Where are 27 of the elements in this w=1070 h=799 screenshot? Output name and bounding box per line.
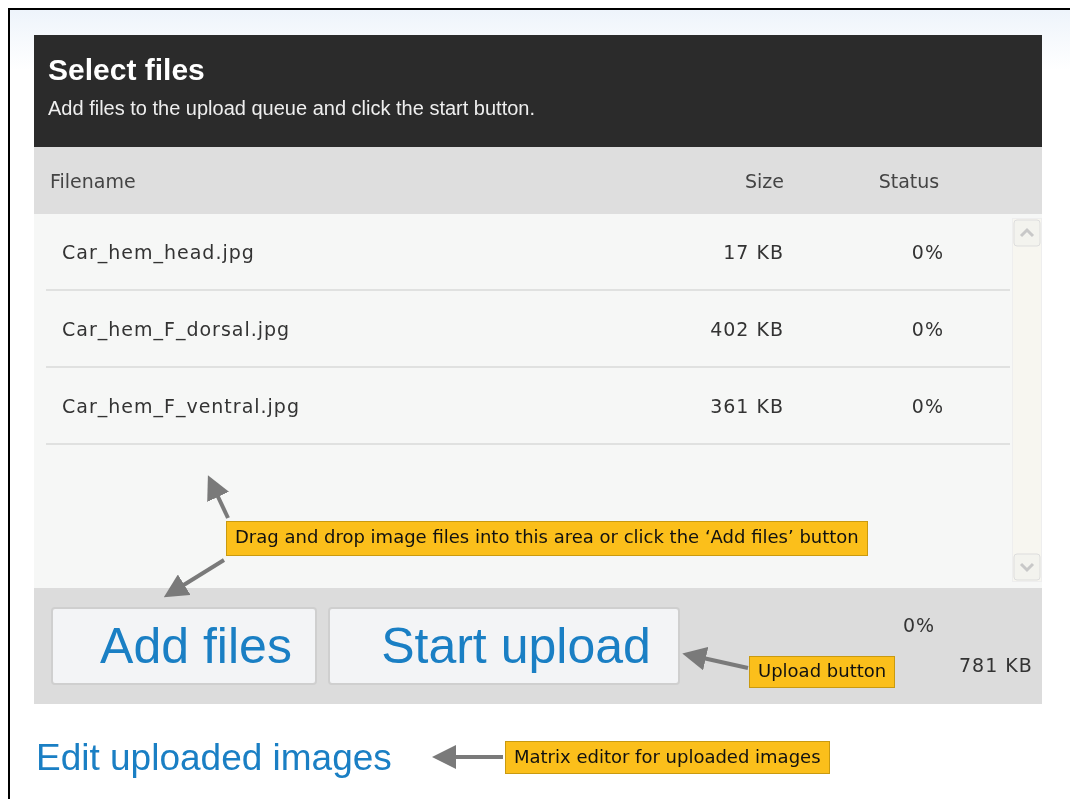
column-header: Status	[877, 169, 941, 192]
file-status: 0%	[910, 394, 944, 417]
scroll-down-icon[interactable]	[1013, 553, 1041, 581]
panel-title: Select files	[48, 53, 206, 87]
file-size: 402 KB	[709, 317, 784, 340]
start-upload-button[interactable]: Start upload	[328, 607, 680, 685]
file-status: 0%	[910, 317, 944, 340]
column-header: Size	[744, 169, 784, 192]
callout-note: Upload button	[749, 656, 896, 688]
file-name: Car_hem_F_dorsal.jpg	[61, 317, 292, 340]
callout-note: Matrix editor for uploaded images	[505, 741, 830, 774]
add-files-button[interactable]: Add files	[51, 607, 317, 685]
file-status: 0%	[910, 240, 944, 263]
file-size: 17 KB	[722, 240, 784, 263]
panel-subtitle: Add files to the upload queue and click the start button.	[48, 97, 536, 120]
total-size: 781 KB	[959, 654, 1033, 676]
scroll-up-icon[interactable]	[1013, 219, 1041, 247]
callout-note: Drag and drop image files into this area or click the ‘Add files’ button	[226, 521, 868, 556]
scrollbar[interactable]	[1012, 218, 1042, 582]
file-name: Car_hem_F_ventral.jpg	[61, 394, 301, 417]
arrow	[432, 745, 503, 769]
edit-images-link[interactable]: Edit uploaded images	[36, 737, 392, 779]
arrow	[682, 646, 749, 671]
file-name: Car_hem_head.jpg	[61, 240, 256, 263]
file-size: 361 KB	[709, 394, 784, 417]
column-header: Filename	[49, 169, 137, 192]
total-status: 0%	[903, 614, 936, 636]
